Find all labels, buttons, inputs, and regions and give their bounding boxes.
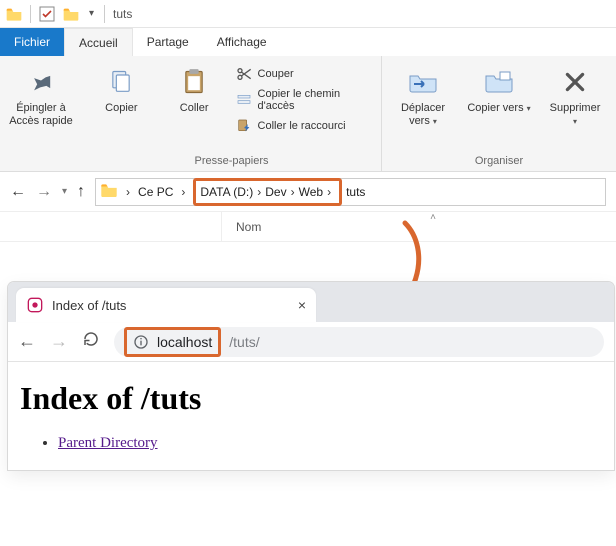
highlighted-host: localhost xyxy=(124,327,221,357)
paste-shortcut-label: Coller le raccourci xyxy=(258,120,346,132)
folder-icon xyxy=(63,6,79,22)
group-label-clipboard: Presse-papiers xyxy=(90,153,373,169)
paste-button[interactable]: Coller xyxy=(163,60,226,115)
crumb-tuts[interactable]: tuts xyxy=(346,185,365,199)
window-title: tuts xyxy=(113,7,132,21)
address-bar[interactable]: localhost /tuts/ xyxy=(114,327,604,357)
copy-to-icon xyxy=(483,66,515,98)
copy-to-label: Copier vers xyxy=(467,102,523,114)
close-tab-button[interactable]: × xyxy=(298,297,306,313)
copy-icon xyxy=(105,66,137,98)
nav-back-button[interactable]: ← xyxy=(10,183,26,201)
delete-icon xyxy=(559,66,591,98)
ribbon-group-pin: Épingler à Accès rapide xyxy=(0,56,82,171)
crumb-dev[interactable]: Dev xyxy=(265,185,286,199)
sort-indicator-icon: ˄ xyxy=(430,212,436,223)
cut-label: Couper xyxy=(258,68,294,80)
chevron-right-icon[interactable]: › xyxy=(287,185,299,199)
paste-label: Coller xyxy=(180,102,209,115)
copy-label: Copier xyxy=(105,102,137,115)
tree-pane-spacer xyxy=(0,212,222,241)
move-to-icon xyxy=(407,66,439,98)
list-item: Parent Directory xyxy=(58,435,602,452)
chevron-down-icon[interactable]: ▾ xyxy=(87,8,96,19)
window-titlebar: ▾ tuts xyxy=(0,0,616,28)
tab-share[interactable]: Partage xyxy=(133,28,203,56)
column-name[interactable]: Nom xyxy=(222,212,275,241)
browser-reload-button[interactable] xyxy=(82,330,100,353)
ribbon-group-clipboard: Copier Coller Couper xyxy=(82,56,382,171)
pin-label: Épingler à Accès rapide xyxy=(8,102,74,127)
address-path: /tuts/ xyxy=(229,334,259,350)
browser-back-button[interactable]: ← xyxy=(18,331,36,352)
copy-path-button[interactable]: Copier le chemin d'accès xyxy=(236,88,373,112)
checkbox-icon[interactable] xyxy=(39,6,55,22)
nav-arrows: ← → ▾ ↑ xyxy=(10,183,85,201)
column-header-row: Nom ˄ xyxy=(0,212,616,242)
group-label-organize: Organiser xyxy=(390,153,608,169)
copy-button[interactable]: Copier xyxy=(90,60,153,115)
paste-shortcut-icon xyxy=(236,118,252,134)
pin-button[interactable]: Épingler à Accès rapide xyxy=(8,60,74,127)
chevron-right-icon[interactable]: › xyxy=(177,185,189,199)
site-info-icon[interactable] xyxy=(133,334,149,350)
move-to-label: Déplacer vers xyxy=(401,102,445,127)
group-label-empty xyxy=(8,153,74,169)
folder-icon xyxy=(6,6,22,22)
pin-icon xyxy=(25,66,57,98)
nav-history-dropdown[interactable]: ▾ xyxy=(62,186,67,197)
tab-home[interactable]: Accueil xyxy=(64,28,133,56)
delete-label: Supprimer xyxy=(550,102,601,114)
paste-icon xyxy=(178,66,210,98)
page-content: Index of /tuts Parent Directory xyxy=(8,362,614,470)
paste-shortcut-button[interactable]: Coller le raccourci xyxy=(236,118,373,134)
browser-window: Index of /tuts × ← → localhost /tuts/ In… xyxy=(8,282,614,470)
copy-path-icon xyxy=(236,92,252,108)
chevron-right-icon[interactable]: › xyxy=(122,185,134,199)
move-to-button[interactable]: Déplacer vers ▾ xyxy=(390,60,456,127)
tab-file[interactable]: Fichier xyxy=(0,28,64,56)
nav-forward-button[interactable]: → xyxy=(36,183,52,201)
cut-button[interactable]: Couper xyxy=(236,66,373,82)
copy-to-button[interactable]: Copier vers ▾ xyxy=(466,60,532,115)
ribbon-group-organize: Déplacer vers ▾ Copier vers ▾ Supprimer ▾… xyxy=(382,56,616,171)
crumb-web[interactable]: Web xyxy=(299,185,323,199)
browser-tabstrip: Index of /tuts × xyxy=(8,282,614,322)
chevron-down-icon: ▾ xyxy=(527,104,531,113)
nav-up-button[interactable]: ↑ xyxy=(77,183,85,201)
page-heading: Index of /tuts xyxy=(20,380,602,417)
crumb-pc[interactable]: Ce PC xyxy=(138,185,173,199)
chevron-down-icon: ▾ xyxy=(573,117,577,126)
highlighted-path: DATA (D:) › Dev › Web › xyxy=(193,178,342,206)
favicon-icon xyxy=(26,296,44,314)
address-host: localhost xyxy=(157,334,212,350)
browser-tab-title: Index of /tuts xyxy=(52,298,290,313)
tab-view[interactable]: Affichage xyxy=(203,28,281,56)
separator xyxy=(104,5,105,23)
chevron-right-icon[interactable]: › xyxy=(323,185,335,199)
crumb-drive[interactable]: DATA (D:) xyxy=(200,185,253,199)
browser-forward-button[interactable]: → xyxy=(50,331,68,352)
chevron-right-icon[interactable]: › xyxy=(253,185,265,199)
separator xyxy=(30,5,31,23)
parent-directory-link[interactable]: Parent Directory xyxy=(58,435,158,451)
breadcrumb-bar[interactable]: › Ce PC › DATA (D:) › Dev › Web › tuts xyxy=(95,178,606,206)
nav-row: ← → ▾ ↑ › Ce PC › DATA (D:) › Dev › Web … xyxy=(0,172,616,212)
ribbon-tabs: Fichier Accueil Partage Affichage xyxy=(0,28,616,56)
folder-icon xyxy=(100,183,118,201)
browser-tab[interactable]: Index of /tuts × xyxy=(16,288,316,322)
clipboard-small-buttons: Couper Copier le chemin d'accès Coller l… xyxy=(236,60,373,134)
ribbon: Épingler à Accès rapide Copier Coller xyxy=(0,56,616,172)
copy-path-label: Copier le chemin d'accès xyxy=(258,88,373,112)
scissors-icon xyxy=(236,66,252,82)
chevron-down-icon: ▾ xyxy=(433,117,437,126)
delete-button[interactable]: Supprimer ▾ xyxy=(542,60,608,127)
browser-toolbar: ← → localhost /tuts/ xyxy=(8,322,614,362)
